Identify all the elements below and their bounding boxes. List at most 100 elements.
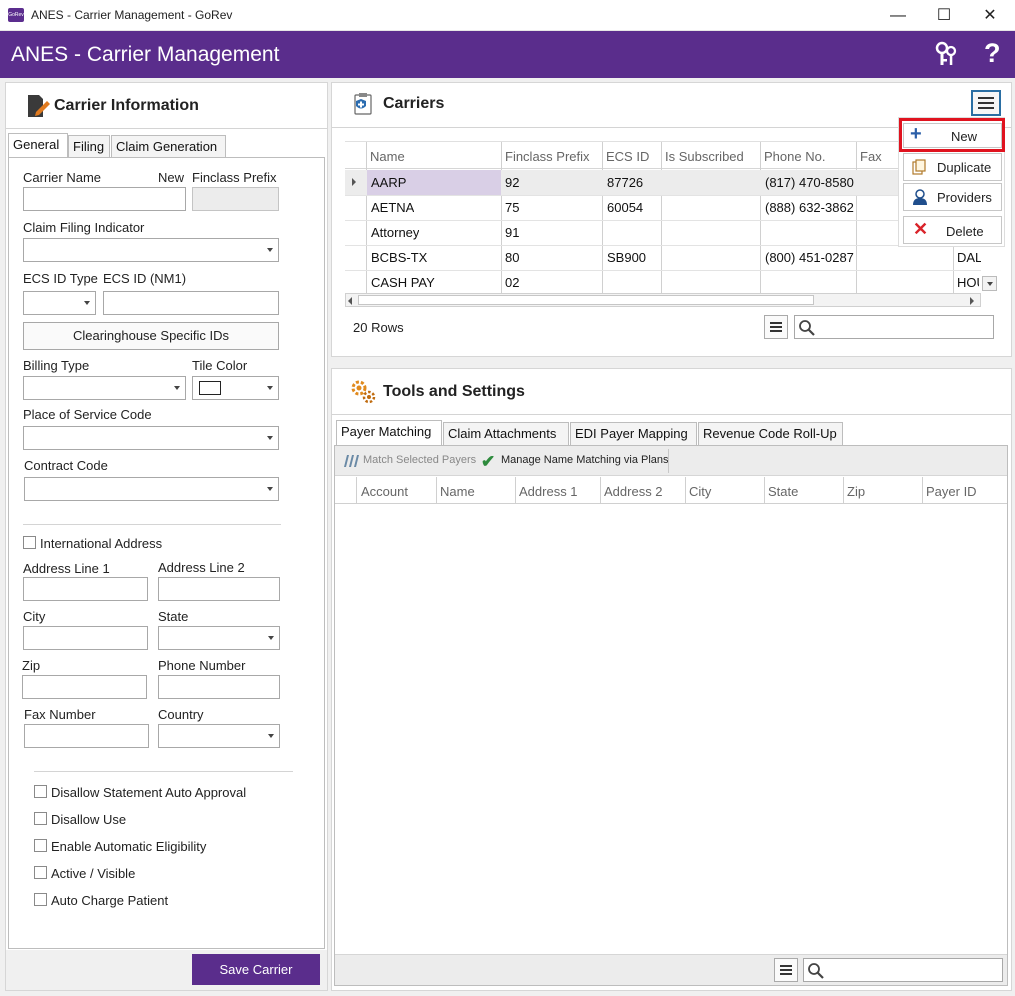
col-ecs-id[interactable]: ECS ID bbox=[606, 149, 649, 164]
payer-grid-options-button[interactable] bbox=[774, 958, 798, 982]
country-select[interactable] bbox=[158, 724, 280, 748]
col-address-1[interactable]: Address 1 bbox=[519, 484, 578, 499]
cell-prefix: 80 bbox=[505, 250, 520, 265]
manage-name-matching-button[interactable]: Manage Name Matching via Plans bbox=[501, 454, 669, 466]
hamburger-icon bbox=[780, 965, 792, 975]
toolbar-separator bbox=[668, 449, 669, 473]
ecs-id-nm1-label: ECS ID (NM1) bbox=[103, 271, 187, 286]
carriers-search-input[interactable] bbox=[794, 315, 994, 339]
help-icon[interactable]: ? bbox=[984, 38, 1001, 69]
ecs-id-type-select[interactable] bbox=[23, 291, 96, 315]
disallow-use-label: Disallow Use bbox=[51, 812, 127, 827]
row-indicator-icon bbox=[352, 178, 356, 186]
delete-x-icon: ✕ bbox=[913, 219, 929, 239]
col-finclass-prefix[interactable]: Finclass Prefix bbox=[505, 149, 590, 164]
tab-claim-attachments[interactable]: Claim Attachments bbox=[443, 422, 569, 445]
carriers-menu-button[interactable] bbox=[971, 90, 1001, 116]
chevron-right-icon[interactable] bbox=[970, 297, 974, 305]
horizontal-scrollbar[interactable] bbox=[345, 293, 981, 307]
chevron-down-icon bbox=[987, 282, 993, 286]
ecs-id-type-label: ECS ID Type bbox=[23, 271, 98, 286]
cell-name: BCBS-TX bbox=[371, 250, 428, 265]
tab-revenue-code-rollup[interactable]: Revenue Code Roll-Up bbox=[698, 422, 843, 445]
table-row[interactable] bbox=[345, 195, 981, 220]
match-selected-payers-button[interactable]: Match Selected Payers bbox=[363, 454, 476, 466]
grid-options-button[interactable] bbox=[764, 315, 788, 339]
payer-search-input[interactable] bbox=[803, 958, 1003, 982]
edit-document-icon bbox=[26, 94, 50, 118]
col-fax[interactable]: Fax bbox=[860, 149, 882, 164]
keys-icon[interactable] bbox=[934, 41, 958, 67]
cell-prefix: 02 bbox=[505, 275, 520, 290]
city-input[interactable] bbox=[23, 626, 148, 650]
phone-number-input[interactable] bbox=[158, 675, 280, 699]
tab-general[interactable]: General bbox=[8, 133, 68, 158]
scrollbar-thumb[interactable] bbox=[358, 295, 814, 305]
carrier-info-title: Carrier Information bbox=[54, 97, 199, 114]
col-address-2[interactable]: Address 2 bbox=[604, 484, 663, 499]
grid-header bbox=[345, 142, 981, 169]
international-address-checkbox[interactable] bbox=[23, 536, 36, 549]
col-state[interactable]: State bbox=[768, 484, 798, 499]
tab-filing[interactable]: Filing bbox=[68, 135, 110, 158]
tile-color-label: Tile Color bbox=[192, 358, 248, 373]
claim-filing-indicator-select[interactable] bbox=[23, 238, 279, 262]
menu-item-delete[interactable]: ✕ Delete bbox=[903, 216, 1002, 244]
col-zip[interactable]: Zip bbox=[847, 484, 865, 499]
address-line-2-input[interactable] bbox=[158, 577, 280, 601]
col-name[interactable]: Name bbox=[370, 149, 405, 164]
place-of-service-select[interactable] bbox=[23, 426, 279, 450]
enable-eligibility-checkbox[interactable] bbox=[34, 839, 47, 852]
col-phone[interactable]: Phone No. bbox=[764, 149, 825, 164]
save-carrier-button[interactable]: Save Carrier bbox=[192, 954, 320, 985]
disallow-use-checkbox[interactable] bbox=[34, 812, 47, 825]
tab-claim-generation[interactable]: Claim Generation bbox=[111, 135, 226, 158]
carrier-name-input[interactable] bbox=[23, 187, 186, 211]
clearinghouse-ids-button[interactable]: Clearinghouse Specific IDs bbox=[23, 322, 279, 350]
place-of-service-label: Place of Service Code bbox=[23, 407, 152, 422]
tab-edi-payer-mapping[interactable]: EDI Payer Mapping bbox=[570, 422, 697, 445]
auto-charge-patient-label: Auto Charge Patient bbox=[51, 893, 169, 908]
contract-code-select[interactable] bbox=[24, 477, 279, 501]
window-title: ANES - Carrier Management - GoRev bbox=[31, 8, 233, 22]
checkmark-icon: ✔ bbox=[481, 452, 496, 471]
fax-number-label: Fax Number bbox=[24, 707, 96, 722]
tile-color-picker[interactable] bbox=[192, 376, 279, 400]
chevron-down-icon bbox=[267, 436, 273, 440]
country-label: Country bbox=[158, 707, 204, 722]
active-visible-checkbox[interactable] bbox=[34, 866, 47, 879]
fax-number-input[interactable] bbox=[24, 724, 149, 748]
table-row[interactable] bbox=[345, 220, 981, 245]
minimize-button[interactable]: — bbox=[875, 0, 921, 31]
maximize-button[interactable]: ☐ bbox=[921, 0, 967, 31]
zip-label: Zip bbox=[22, 658, 41, 673]
cell-ecs: SB900 bbox=[607, 250, 647, 265]
phone-number-label: Phone Number bbox=[158, 658, 246, 673]
menu-item-duplicate[interactable]: Duplicate bbox=[903, 153, 1002, 181]
scroll-down-button[interactable] bbox=[982, 276, 997, 291]
close-button[interactable]: ✕ bbox=[967, 0, 1013, 31]
auto-charge-patient-checkbox[interactable] bbox=[34, 893, 47, 906]
col-is-subscribed[interactable]: Is Subscribed bbox=[665, 149, 744, 164]
ecs-id-nm1-input[interactable] bbox=[103, 291, 279, 315]
search-icon bbox=[799, 320, 815, 336]
cell-prefix: 75 bbox=[505, 200, 520, 215]
col-name[interactable]: Name bbox=[440, 484, 475, 499]
col-payer-id[interactable]: Payer ID bbox=[926, 484, 977, 499]
address-line-1-input[interactable] bbox=[23, 577, 148, 601]
claim-filing-indicator-label: Claim Filing Indicator bbox=[23, 220, 145, 235]
table-row[interactable] bbox=[345, 245, 981, 270]
menu-item-providers[interactable]: Providers bbox=[903, 183, 1002, 211]
tab-payer-matching[interactable]: Payer Matching bbox=[336, 420, 442, 445]
billing-type-select[interactable] bbox=[23, 376, 186, 400]
state-select[interactable] bbox=[158, 626, 280, 650]
cell-city: HOU bbox=[957, 275, 979, 290]
col-city[interactable]: City bbox=[689, 484, 711, 499]
chevron-left-icon[interactable] bbox=[348, 297, 352, 305]
cell-name: AARP bbox=[371, 175, 407, 190]
col-account[interactable]: Account bbox=[361, 484, 408, 499]
table-row[interactable] bbox=[345, 270, 981, 294]
payer-matching-content bbox=[334, 445, 1008, 986]
disallow-auto-approval-checkbox[interactable] bbox=[34, 785, 47, 798]
zip-input[interactable] bbox=[22, 675, 147, 699]
